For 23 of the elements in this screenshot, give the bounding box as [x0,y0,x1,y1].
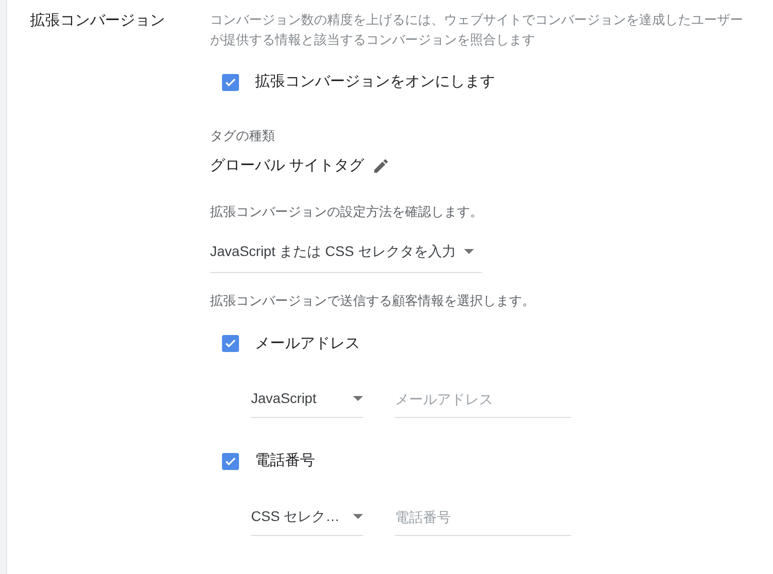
method-dropdown[interactable]: JavaScript または CSS セレクタを入力 [210,241,482,273]
caret-icon [464,249,474,254]
section-title: 拡張コンバージョン [30,11,166,31]
checkbox-label: 拡張コンバージョンをオンにします [255,72,495,92]
source-dropdown[interactable]: CSS セレク… [251,506,363,536]
checkbox-label: 電話番号 [255,451,315,471]
instruction-text: 拡張コンバージョンの設定方法を確認します。 [210,202,484,220]
checkbox[interactable] [222,452,239,470]
caret-icon [353,514,363,518]
input-field[interactable]: 電話番号 [395,506,571,536]
check-icon [224,454,237,468]
checkbox[interactable] [222,335,239,352]
check-icon [224,76,237,89]
caret-icon [353,396,363,401]
source-dropdown[interactable]: JavaScript [251,388,363,418]
field-label: タグの種類 [210,126,276,144]
input-field[interactable]: メールアドレス [395,389,571,418]
instruction-text: 拡張コンバージョンで送信する顧客情報を選択します。 [210,292,536,310]
edit-icon[interactable] [372,157,390,176]
checkbox[interactable] [222,74,239,91]
description-text: コンバージョン数の精度を上げるには、ウェブサイトでコンバージョンを達成したユーザーが提供する情報と該当するコンバージョンを照合します [210,11,744,49]
tag-type-value: グローバル サイトタグ [210,156,364,176]
checkbox-label: メールアドレス [255,334,360,354]
